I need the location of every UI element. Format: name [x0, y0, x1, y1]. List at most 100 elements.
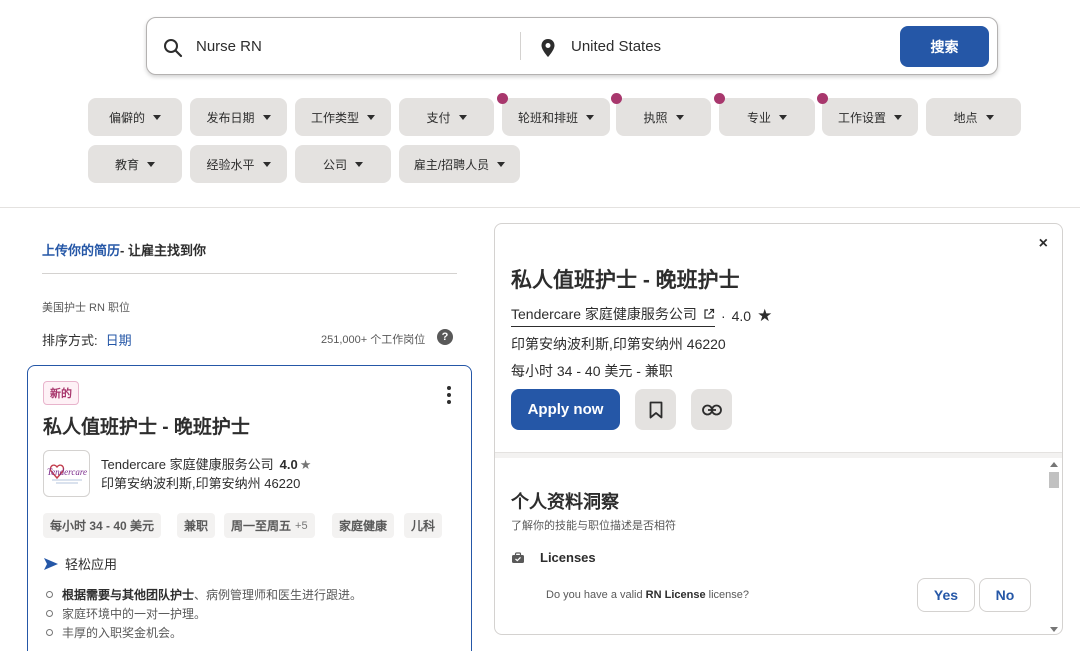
filter-chip[interactable]: 执照 [611, 93, 711, 136]
filter-label: 执照 [643, 110, 668, 125]
upload-resume-text: - 让雇主找到你 [120, 243, 206, 258]
active-filter-dot [817, 93, 828, 104]
filter-chip[interactable]: 雇主/招聘人员 [399, 145, 520, 183]
filter-chip[interactable]: 专业 [714, 93, 815, 136]
caret-down-icon [153, 114, 161, 120]
caret-down-icon [586, 114, 594, 120]
filter-chip[interactable]: 经验水平 [190, 145, 287, 183]
active-filter-dot [611, 93, 622, 104]
job-tag: 周一至周五 +5 [224, 513, 315, 538]
search-icon [164, 39, 183, 58]
license-question: Do you have a valid RN License license? [546, 589, 750, 601]
what-input[interactable]: Nurse RN [196, 38, 262, 55]
job-tag: 儿科 [404, 513, 443, 538]
detail-job-title: 私人值班护士 - 晚班护士 [511, 269, 740, 292]
caret-down-icon [367, 114, 375, 120]
filter-label: 工作类型 [310, 110, 359, 125]
easy-apply-label: 轻松应用 [65, 557, 118, 572]
filter-label: 偏僻的 [108, 110, 145, 125]
profile-insights-title: 个人资料洞察 [511, 492, 619, 512]
detail-rating: 4.0 [731, 307, 752, 324]
job-snippet: 根据需要与其他团队护士、病例管理师和医生进行跟进。 家庭环境中的一对一护理。 丰… [46, 586, 362, 643]
bookmark-icon [649, 401, 662, 418]
filter-label: 雇主/招聘人员 [413, 157, 490, 172]
job-tag: 家庭健康 [332, 513, 395, 538]
caret-down-icon [262, 114, 271, 120]
caret-down-icon [779, 114, 787, 120]
scroll-thumb[interactable] [1049, 472, 1059, 488]
no-button[interactable]: No [979, 578, 1031, 612]
yes-button[interactable]: Yes [917, 578, 975, 612]
filter-chip[interactable]: 教育 [88, 145, 182, 183]
list-item: 根据需要与其他团队护士、病例管理师和医生进行跟进。 [46, 586, 362, 605]
help-icon[interactable]: ? [437, 329, 453, 345]
filter-chip[interactable]: 地点 [926, 98, 1021, 136]
filter-chip[interactable]: 工作设置 [817, 93, 918, 136]
search-button[interactable]: 搜索 [900, 26, 989, 67]
caret-down-icon [355, 161, 363, 167]
apply-now-button[interactable]: Apply now [511, 389, 620, 430]
link-icon [701, 404, 722, 415]
filter-label: 支付 [426, 110, 451, 125]
list-item: 家庭环境中的一对一护理。 [46, 605, 362, 624]
detail-location: 印第安纳波利斯,印第安纳州 46220 [511, 336, 726, 352]
filter-label: 工作设置 [837, 110, 886, 125]
location-pin-icon [541, 39, 555, 57]
filter-chip[interactable]: 公司 [295, 145, 391, 183]
filter-label: 公司 [322, 157, 347, 172]
company-logo: Tendercare [43, 450, 90, 497]
filter-chip[interactable]: 偏僻的 [88, 98, 182, 136]
filter-label: 轮班和排班 [517, 110, 578, 125]
filter-label: 发布日期 [206, 110, 255, 125]
rating-star-icon: ★ [757, 305, 773, 325]
header-divider [0, 207, 1080, 208]
more-options-icon[interactable] [447, 386, 451, 404]
more-count: +5 [295, 519, 308, 532]
filter-label: 专业 [746, 110, 771, 125]
detail-pay: 每小时 34 - 40 美元 - 兼职 [511, 363, 673, 379]
sort-by: 排序方式: 日期 [42, 330, 132, 349]
company-name: Tendercare 家庭健康服务公司 [101, 457, 274, 472]
caret-down-icon [497, 161, 506, 167]
company-line: Tendercare 家庭健康服务公司 4.0 ★ [101, 454, 311, 473]
filter-chip[interactable]: 轮班和排班 [497, 93, 610, 136]
sort-label: 排序方式: [42, 333, 98, 348]
active-filter-dot [497, 93, 508, 104]
license-badge-icon [512, 551, 524, 563]
scroll-down-icon[interactable] [1050, 627, 1058, 632]
separator-dot: · [720, 307, 726, 324]
caret-down-icon [147, 161, 155, 167]
profile-insights-subtitle: 了解你的技能与职位描述是否相符 [511, 520, 676, 532]
job-card[interactable]: 新的 私人值班护士 - 晚班护士 Tendercare Tendercare 家… [27, 365, 472, 651]
job-detail-panel: × 私人值班护士 - 晚班护士 Tendercare 家庭健康服务公司 · 4.… [494, 223, 1063, 635]
copy-link-button[interactable] [691, 389, 732, 430]
job-title[interactable]: 私人值班护士 - 晚班护士 [43, 412, 250, 439]
svg-text:Tendercare: Tendercare [47, 467, 87, 477]
save-job-button[interactable] [635, 389, 676, 430]
job-tag: 兼职 [177, 513, 216, 538]
easy-apply: 轻松应用 [43, 554, 117, 573]
rating-star-icon: ★ [299, 457, 312, 472]
search-divider [520, 32, 521, 60]
filter-label: 经验水平 [206, 157, 255, 172]
caret-down-icon [262, 161, 271, 167]
job-location: 印第安纳波利斯,印第安纳州 46220 [101, 476, 301, 491]
filter-chip[interactable]: 工作类型 [295, 98, 391, 136]
filter-label: 地点 [953, 110, 978, 125]
close-icon[interactable]: × [1039, 235, 1048, 253]
company-rating: 4.0 [279, 457, 298, 472]
scroll-up-icon[interactable] [1050, 462, 1058, 467]
where-input[interactable]: United States [571, 38, 661, 55]
caret-down-icon [675, 114, 684, 120]
sort-date-link[interactable]: 日期 [106, 333, 132, 348]
job-tag: 每小时 34 - 40 美元 [43, 513, 162, 538]
filter-chip[interactable]: 支付 [399, 98, 494, 136]
list-item: 丰厚的入职奖金机会。 [46, 624, 362, 643]
upload-resume-banner: 上传你的简历- 让雇主找到你 [42, 240, 206, 259]
panel-scrollbar[interactable] [1047, 460, 1061, 634]
detail-company-line: Tendercare 家庭健康服务公司 · 4.0 ★ [511, 304, 772, 327]
search-bar: Nurse RN United States 搜索 [146, 17, 998, 75]
filter-chip[interactable]: 发布日期 [190, 98, 287, 136]
upload-resume-link[interactable]: 上传你的简历 [42, 243, 120, 258]
detail-company-link[interactable]: Tendercare 家庭健康服务公司 [511, 304, 715, 327]
